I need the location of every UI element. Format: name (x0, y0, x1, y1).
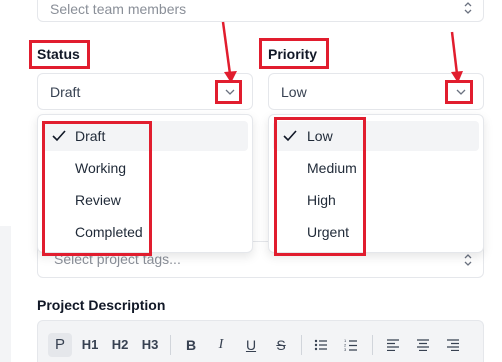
underline-button[interactable]: U (242, 333, 260, 357)
status-value: Draft (50, 84, 81, 100)
toolbar-divider (301, 335, 302, 355)
team-members-placeholder: Select team members (50, 1, 187, 17)
toolbar-divider (372, 335, 373, 355)
strikethrough-button[interactable]: S (272, 333, 290, 357)
page-edge (0, 0, 11, 362)
heading3-button[interactable]: H3 (140, 333, 160, 357)
align-center-icon[interactable] (416, 339, 430, 351)
svg-text:3: 3 (344, 347, 347, 352)
description-label: Project Description (37, 297, 166, 313)
bold-button[interactable]: B (182, 333, 200, 357)
page-edge-shade (0, 226, 11, 362)
align-right-icon[interactable] (446, 339, 460, 351)
priority-arrow (450, 31, 459, 75)
team-members-select[interactable]: Select team members (37, 0, 484, 22)
toolbar-divider (170, 335, 171, 355)
align-left-icon[interactable] (386, 339, 400, 351)
status-label-highlight (29, 40, 90, 69)
bullet-list-icon[interactable] (314, 339, 328, 351)
status-options-highlight (42, 121, 152, 256)
ordered-list-icon[interactable]: 1 2 3 (344, 338, 358, 352)
priority-value: Low (281, 84, 307, 100)
sort-icon (464, 254, 472, 266)
heading1-button[interactable]: H1 (80, 333, 100, 357)
priority-label-highlight (259, 38, 329, 69)
editor-toolbar: P H1 H2 H3 B I U S 1 2 3 (37, 320, 484, 362)
sort-icon (464, 2, 472, 14)
paragraph-button[interactable]: P (48, 333, 72, 357)
priority-chevron-highlight (445, 80, 473, 104)
status-chevron-highlight (215, 80, 242, 104)
status-arrow (221, 21, 232, 75)
italic-button[interactable]: I (212, 333, 230, 357)
heading2-button[interactable]: H2 (110, 333, 130, 357)
priority-options-highlight (274, 117, 366, 256)
